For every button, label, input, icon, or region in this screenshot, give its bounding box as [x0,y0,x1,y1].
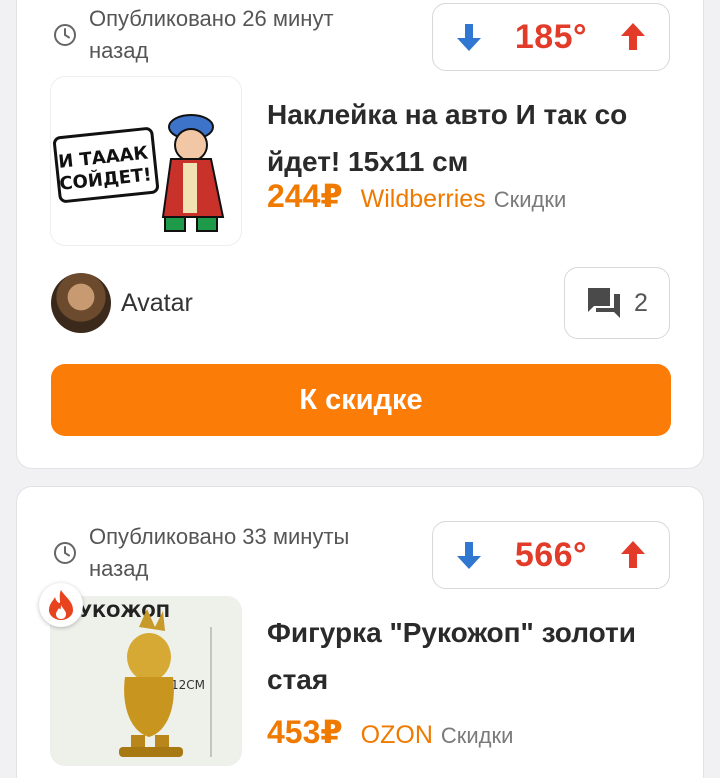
deal-price: 453₽ [267,714,343,750]
go-to-deal-button[interactable]: К скидке [51,364,671,436]
author[interactable]: Avatar [51,273,193,333]
arrow-up-icon[interactable] [619,540,647,570]
deal-card[interactable]: Опубликовано 33 минуты назад 566° УКОЖОП… [16,486,704,778]
clock-icon [54,24,76,46]
price-row: 453₽ OZON Скидки [267,713,513,751]
vote-widget: 566° [432,521,670,589]
publish-meta: Опубликовано 26 минут назад [53,3,389,67]
clock-icon [54,542,76,564]
vote-widget: 185° [432,3,670,71]
deal-title[interactable]: Фигурка "Рукожоп" золоти стая [267,609,687,703]
category-link[interactable]: Скидки [494,187,567,213]
comments-icon [588,288,621,318]
category-link[interactable]: Скидки [441,723,514,749]
deal-title[interactable]: Наклейка на авто И так со йдет! 15х11 см [267,91,687,185]
price-row: 244₽ Wildberries Скидки [267,177,566,215]
shop-link[interactable]: OZON [361,721,433,750]
figure-size-label: 12СМ [171,678,205,692]
arrow-down-icon[interactable] [455,540,483,570]
arrow-down-icon[interactable] [455,22,483,52]
deal-image[interactable]: И ТАААК СОЙДЕТ! [51,77,241,245]
figure-caption: УКОЖОП [79,602,170,622]
comments-count: 2 [634,288,648,317]
deal-temperature: 566° [514,535,588,574]
publish-time: Опубликовано 33 минуты назад [89,524,350,581]
deal-card[interactable]: Опубликовано 26 минут назад 185° И ТАААК… [16,0,704,469]
deal-temperature: 185° [514,17,588,56]
arrow-up-icon[interactable] [619,22,647,52]
avatar[interactable] [51,273,111,333]
author-name[interactable]: Avatar [121,289,193,318]
publish-meta: Опубликовано 33 минуты назад [53,521,389,585]
deal-price: 244₽ [267,178,343,214]
hot-badge [39,583,83,627]
shop-link[interactable]: Wildberries [361,185,486,214]
fire-icon [49,590,73,620]
deal-image[interactable]: УКОЖОП 12СМ [51,597,241,765]
comments-button[interactable]: 2 [564,267,670,339]
publish-time: Опубликовано 26 минут назад [89,6,334,63]
